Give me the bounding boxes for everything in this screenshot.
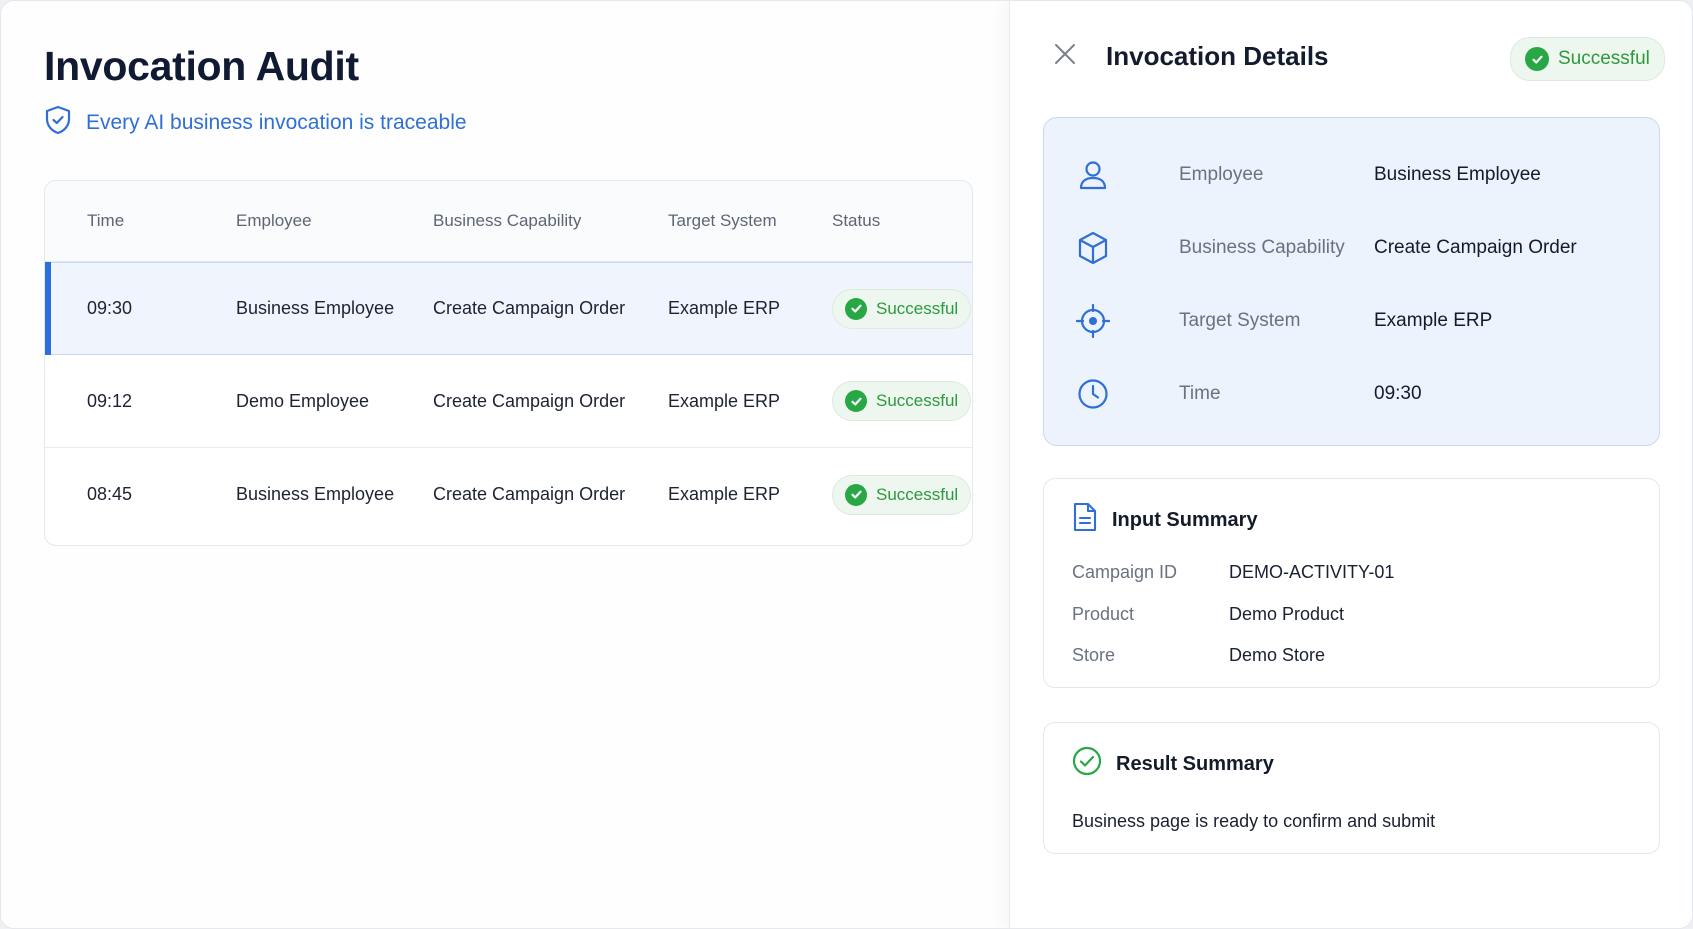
detail-value: Business Employee <box>1374 164 1541 185</box>
detail-value: Example ERP <box>1374 310 1493 331</box>
column-header-time[interactable]: Time <box>45 211 236 231</box>
check-circle-icon <box>845 483 867 506</box>
cell-status: Successful <box>832 288 972 329</box>
status-text: Successful <box>876 391 959 410</box>
audit-main: Invocation Audit Every AI business invoc… <box>1 1 1009 928</box>
app-window: Invocation Audit Every AI business invoc… <box>0 0 1693 929</box>
column-header-capability[interactable]: Business Capability <box>433 211 668 231</box>
table-row[interactable]: 08:45 Business Employee Create Campaign … <box>45 448 972 541</box>
cell-system: Example ERP <box>668 390 781 411</box>
detail-system: Target System Example ERP <box>1074 301 1492 341</box>
close-icon <box>1054 43 1076 70</box>
table-header: Time Employee Business Capability Target… <box>45 181 972 262</box>
input-summary-card: Input Summary Campaign ID DEMO-ACTIVITY-… <box>1043 478 1660 688</box>
subtitle: Every AI business invocation is traceabl… <box>44 105 467 141</box>
cell-employee: Business Employee <box>236 298 395 318</box>
table-row[interactable]: 09:12 Demo Employee Create Campaign Orde… <box>45 355 972 448</box>
detail-label: Time <box>1179 383 1221 404</box>
status-text: Successful <box>876 298 959 318</box>
cell-capability: Create Campaign Order <box>433 390 626 411</box>
column-header-employee[interactable]: Employee <box>236 211 433 231</box>
document-icon <box>1072 502 1098 538</box>
check-circle-icon <box>845 297 867 320</box>
result-summary-title: Result Summary <box>1116 752 1274 775</box>
column-header-system[interactable]: Target System <box>668 211 832 231</box>
result-summary-text: Business page is ready to confirm and su… <box>1072 811 1436 831</box>
summary-key: Campaign ID <box>1072 561 1178 582</box>
input-summary-header: Input Summary <box>1072 502 1258 538</box>
detail-card: Employee Business Employee Business Capa… <box>1043 117 1660 446</box>
detail-label: Business Capability <box>1179 237 1345 258</box>
cell-system: Example ERP <box>668 298 781 318</box>
subtitle-text: Every AI business invocation is traceabl… <box>86 111 467 134</box>
panel-status-badge: Successful <box>1510 37 1665 81</box>
summary-item: Campaign ID DEMO-ACTIVITY-01 <box>1072 559 1394 585</box>
clock-icon <box>1074 375 1112 413</box>
status-text: Successful <box>876 484 959 504</box>
crosshair-icon <box>1074 302 1112 340</box>
cell-status: Successful <box>832 381 972 421</box>
detail-time: Time 09:30 <box>1074 374 1422 414</box>
cell-time: 09:12 <box>87 390 133 411</box>
detail-value: 09:30 <box>1374 383 1422 404</box>
detail-label: Target System <box>1179 310 1301 331</box>
cell-employee: Demo Employee <box>236 390 370 411</box>
detail-value: Create Campaign Order <box>1374 237 1577 258</box>
input-summary-title: Input Summary <box>1112 508 1258 531</box>
detail-employee: Employee Business Employee <box>1074 155 1541 195</box>
summary-value: Demo Store <box>1229 644 1326 665</box>
status-badge: Successful <box>832 474 972 515</box>
cell-status: Successful <box>832 474 972 515</box>
cube-icon <box>1074 229 1112 267</box>
check-circle-icon <box>845 390 867 412</box>
summary-item: Product Demo Product <box>1072 601 1344 627</box>
result-summary-header: Result Summary <box>1072 746 1274 782</box>
summary-item: Store Demo Store <box>1072 642 1325 668</box>
cell-time: 09:30 <box>87 298 133 318</box>
summary-key: Product <box>1072 603 1135 624</box>
result-summary-card: Result Summary Business page is ready to… <box>1043 722 1660 854</box>
column-header-status[interactable]: Status <box>832 211 972 231</box>
summary-value: Demo Product <box>1229 603 1345 624</box>
panel-status-text: Successful <box>1558 48 1650 69</box>
detail-capability: Business Capability Create Campaign Orde… <box>1074 228 1577 268</box>
close-button[interactable] <box>1052 43 1078 69</box>
page-title: Invocation Audit <box>44 43 359 89</box>
cell-capability: Create Campaign Order <box>433 298 626 318</box>
cell-system: Example ERP <box>668 484 781 504</box>
status-badge: Successful <box>832 381 972 421</box>
table-row[interactable]: 09:30 Business Employee Create Campaign … <box>45 262 972 355</box>
summary-key: Store <box>1072 644 1116 665</box>
detail-label: Employee <box>1179 164 1264 185</box>
audit-table: Time Employee Business Capability Target… <box>44 180 973 546</box>
status-badge: Successful <box>832 288 972 329</box>
cell-capability: Create Campaign Order <box>433 484 626 504</box>
cell-employee: Business Employee <box>236 484 395 504</box>
cell-time: 08:45 <box>87 484 133 504</box>
check-circle-icon <box>1525 47 1549 71</box>
panel-title: Invocation Details <box>1106 41 1329 71</box>
check-circle-outline-icon <box>1072 746 1102 782</box>
summary-value: DEMO-ACTIVITY-01 <box>1229 561 1395 582</box>
invocation-details-panel: Invocation Details Successful Employee B… <box>1009 1 1692 928</box>
user-icon <box>1074 156 1112 194</box>
shield-check-icon <box>44 105 72 141</box>
